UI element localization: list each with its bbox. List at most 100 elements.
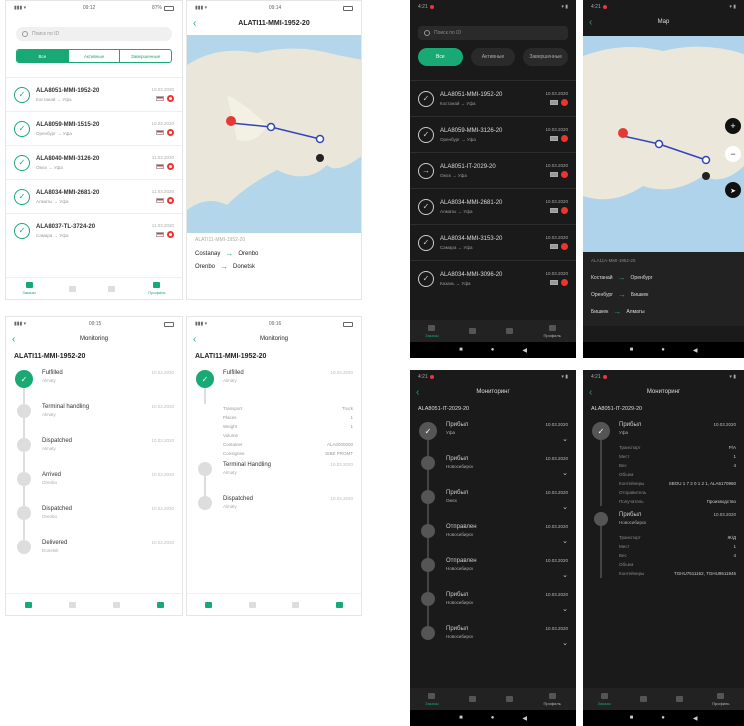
home-icon[interactable]: ● xyxy=(661,715,665,721)
location-pin-icon[interactable] xyxy=(561,135,568,142)
destination-marker-icon[interactable] xyxy=(702,172,710,180)
timeline-step[interactable]: Dispatched 10.03.2020 Orenbo xyxy=(6,506,182,540)
nav-profile[interactable]: Профиль xyxy=(712,692,729,706)
waypoint-marker-icon[interactable] xyxy=(701,155,711,165)
list-item[interactable]: → ALA8051-IT-2029-20 Омск → Уфа 10.03.2020 xyxy=(410,152,576,188)
nav-orders[interactable]: Заказы xyxy=(598,692,611,706)
waypoint-marker-icon[interactable] xyxy=(315,134,325,144)
timeline-step[interactable]: Arrived 10.03.2020 Orenbo xyxy=(6,472,182,506)
tab-all[interactable]: Все xyxy=(17,50,68,62)
home-icon[interactable]: ● xyxy=(491,347,495,353)
list-item[interactable]: ✓ ALA8034-MMI-2681-20 Алматы → Уфа 11.03.20… xyxy=(6,179,182,213)
nav-item-2[interactable] xyxy=(68,601,76,608)
chevron-down-icon[interactable]: ⌄ xyxy=(446,639,568,647)
timeline-step[interactable]: Отправлен 10.03.2020 Новосибирск ⌄ xyxy=(410,524,576,558)
nav-orders[interactable] xyxy=(24,601,32,608)
location-pin-icon[interactable] xyxy=(167,197,174,204)
nav-item-3[interactable] xyxy=(676,696,684,702)
origin-pin-icon[interactable] xyxy=(226,116,236,126)
list-item[interactable]: ✓ ALA8059-MMI-1515-20 Оренбург → Уфа 10.03.… xyxy=(6,111,182,145)
timeline-step[interactable]: Отправлен 10.03.2020 Новосибирск ⌄ xyxy=(410,558,576,592)
back-icon[interactable]: ■ xyxy=(459,715,463,721)
location-pin-icon[interactable] xyxy=(167,231,174,238)
nav-profile[interactable] xyxy=(335,601,343,608)
nav-item-2[interactable] xyxy=(248,601,256,608)
timeline-step-expanded[interactable]: Прибыл 10.03.2020 Новосибирск Транспорт Ж… xyxy=(583,506,744,578)
recents-icon[interactable]: ◀ xyxy=(522,347,527,354)
timeline-step[interactable]: Terminal Handling 10.03.2020 Almaty xyxy=(187,462,361,496)
search-input[interactable]: Поиск по ID xyxy=(418,26,568,40)
nav-item-3[interactable] xyxy=(112,601,120,608)
list-item[interactable]: ✓ ALA8034-MMI-3096-20 Казань → Уфа 10.03.20… xyxy=(410,260,576,296)
chevron-down-icon[interactable]: ⌄ xyxy=(446,469,568,477)
destination-marker-icon[interactable] xyxy=(316,154,324,162)
origin-pin-icon[interactable] xyxy=(618,128,628,138)
back-arrow-icon[interactable]: ‹ xyxy=(193,18,213,29)
list-item[interactable]: ✓ ALA8051-MMI-1952-20 Костанай → Уфа 10.03.… xyxy=(410,80,576,116)
nav-item-2[interactable] xyxy=(68,285,76,292)
timeline-step[interactable]: Прибыл 10.03.2020 Новосибирск ⌄ xyxy=(410,456,576,490)
nav-item-2[interactable] xyxy=(468,696,476,702)
recents-icon[interactable]: ◀ xyxy=(693,347,698,354)
waypoint-marker-icon[interactable] xyxy=(654,139,664,149)
back-icon[interactable]: ■ xyxy=(630,347,634,353)
back-icon[interactable]: ■ xyxy=(630,715,634,721)
back-arrow-icon[interactable]: ‹ xyxy=(589,17,609,28)
location-pin-icon[interactable] xyxy=(561,99,568,106)
timeline-step[interactable]: Dispatched 10.03.2020 Almaty xyxy=(6,438,182,472)
back-arrow-icon[interactable]: ‹ xyxy=(589,387,609,398)
list-item[interactable]: ✓ ALA8034-MMI-3153-20 Самара → Уфа 10.03.20… xyxy=(410,224,576,260)
back-arrow-icon[interactable]: ‹ xyxy=(416,387,436,398)
list-item[interactable]: ✓ ALA8034-MMI-2681-20 Алматы → Уфа 10.03.20… xyxy=(410,188,576,224)
search-input[interactable]: Поиск по ID xyxy=(16,27,172,41)
back-arrow-icon[interactable]: ‹ xyxy=(12,334,32,345)
list-item[interactable]: ✓ ALA8040-MMI-3126-20 Омск → Уфа 11.03.2020 xyxy=(6,145,182,179)
location-pin-icon[interactable] xyxy=(167,95,174,102)
timeline-step-expanded[interactable]: ✓ Прибыл 10.03.2020 Уфа Транспорт Р/А Мест… xyxy=(583,422,744,506)
timeline-step[interactable]: ✓ Fulfilled 10.03.2020 Almaty xyxy=(6,370,182,404)
waypoint-marker-icon[interactable] xyxy=(266,122,276,132)
chevron-down-icon[interactable]: ⌄ xyxy=(446,537,568,545)
list-item[interactable]: ✓ ALA8051-MMI-1952-20 Костанай → Уфа 10.03.… xyxy=(6,77,182,111)
nav-orders[interactable]: Заказы xyxy=(22,282,36,295)
nav-profile[interactable] xyxy=(156,601,164,608)
recents-icon[interactable]: ◀ xyxy=(693,715,698,722)
timeline-step[interactable]: ✓ Fulfilled 10.03.2020 Almaty xyxy=(187,370,361,404)
back-icon[interactable]: ■ xyxy=(459,347,463,353)
timeline-step[interactable]: Terminal handling 10.03.2020 Almaty xyxy=(6,404,182,438)
timeline-step[interactable]: Прибыл 10.03.2020 Новосибирск ⌄ xyxy=(410,592,576,626)
nav-item-2[interactable] xyxy=(639,696,647,702)
route-map[interactable] xyxy=(187,35,361,233)
timeline-step[interactable]: Dispatched 10.03.2020 Almaty xyxy=(187,496,361,530)
nav-item-3[interactable] xyxy=(292,601,300,608)
tab-completed[interactable]: Завершенные xyxy=(119,50,171,62)
nav-profile[interactable]: Профиль xyxy=(544,692,561,706)
location-pin-icon[interactable] xyxy=(167,163,174,170)
nav-orders[interactable] xyxy=(205,601,213,608)
timeline-step[interactable]: Прибыл 10.03.2020 Новосибирск ⌄ xyxy=(410,626,576,660)
nav-profile[interactable]: Профиль xyxy=(148,282,166,295)
nav-item-3[interactable] xyxy=(506,328,514,334)
route-map[interactable]: + − ➤ xyxy=(583,36,744,252)
tab-active[interactable]: Активные xyxy=(470,48,516,66)
home-icon[interactable]: ● xyxy=(491,715,495,721)
nav-orders[interactable]: Заказы xyxy=(425,324,439,338)
tab-completed[interactable]: Завершенные xyxy=(523,48,569,66)
home-icon[interactable]: ● xyxy=(661,347,665,353)
nav-profile[interactable]: Профиль xyxy=(544,324,561,338)
chevron-down-icon[interactable]: ⌄ xyxy=(446,435,568,443)
nav-orders[interactable]: Заказы xyxy=(425,692,439,706)
nav-item-3[interactable] xyxy=(108,285,116,292)
list-item[interactable]: ✓ ALA8059-MMI-3126-20 Оренбург → Уфа 10.03.… xyxy=(410,116,576,152)
location-pin-icon[interactable] xyxy=(561,243,568,250)
tab-all[interactable]: Все xyxy=(418,48,463,66)
location-pin-icon[interactable] xyxy=(561,171,568,178)
back-arrow-icon[interactable]: ‹ xyxy=(193,334,213,345)
nav-item-3[interactable] xyxy=(506,696,514,702)
list-item[interactable]: ✓ ALA8037-TL-3724-20 Самара → Уфа 11.03.202… xyxy=(6,213,182,247)
chevron-down-icon[interactable]: ⌄ xyxy=(446,605,568,613)
timeline-step[interactable]: Прибыл 10.03.2020 Омск ⌄ xyxy=(410,490,576,524)
location-pin-icon[interactable] xyxy=(561,207,568,214)
chevron-down-icon[interactable]: ⌄ xyxy=(446,571,568,579)
location-pin-icon[interactable] xyxy=(167,129,174,136)
